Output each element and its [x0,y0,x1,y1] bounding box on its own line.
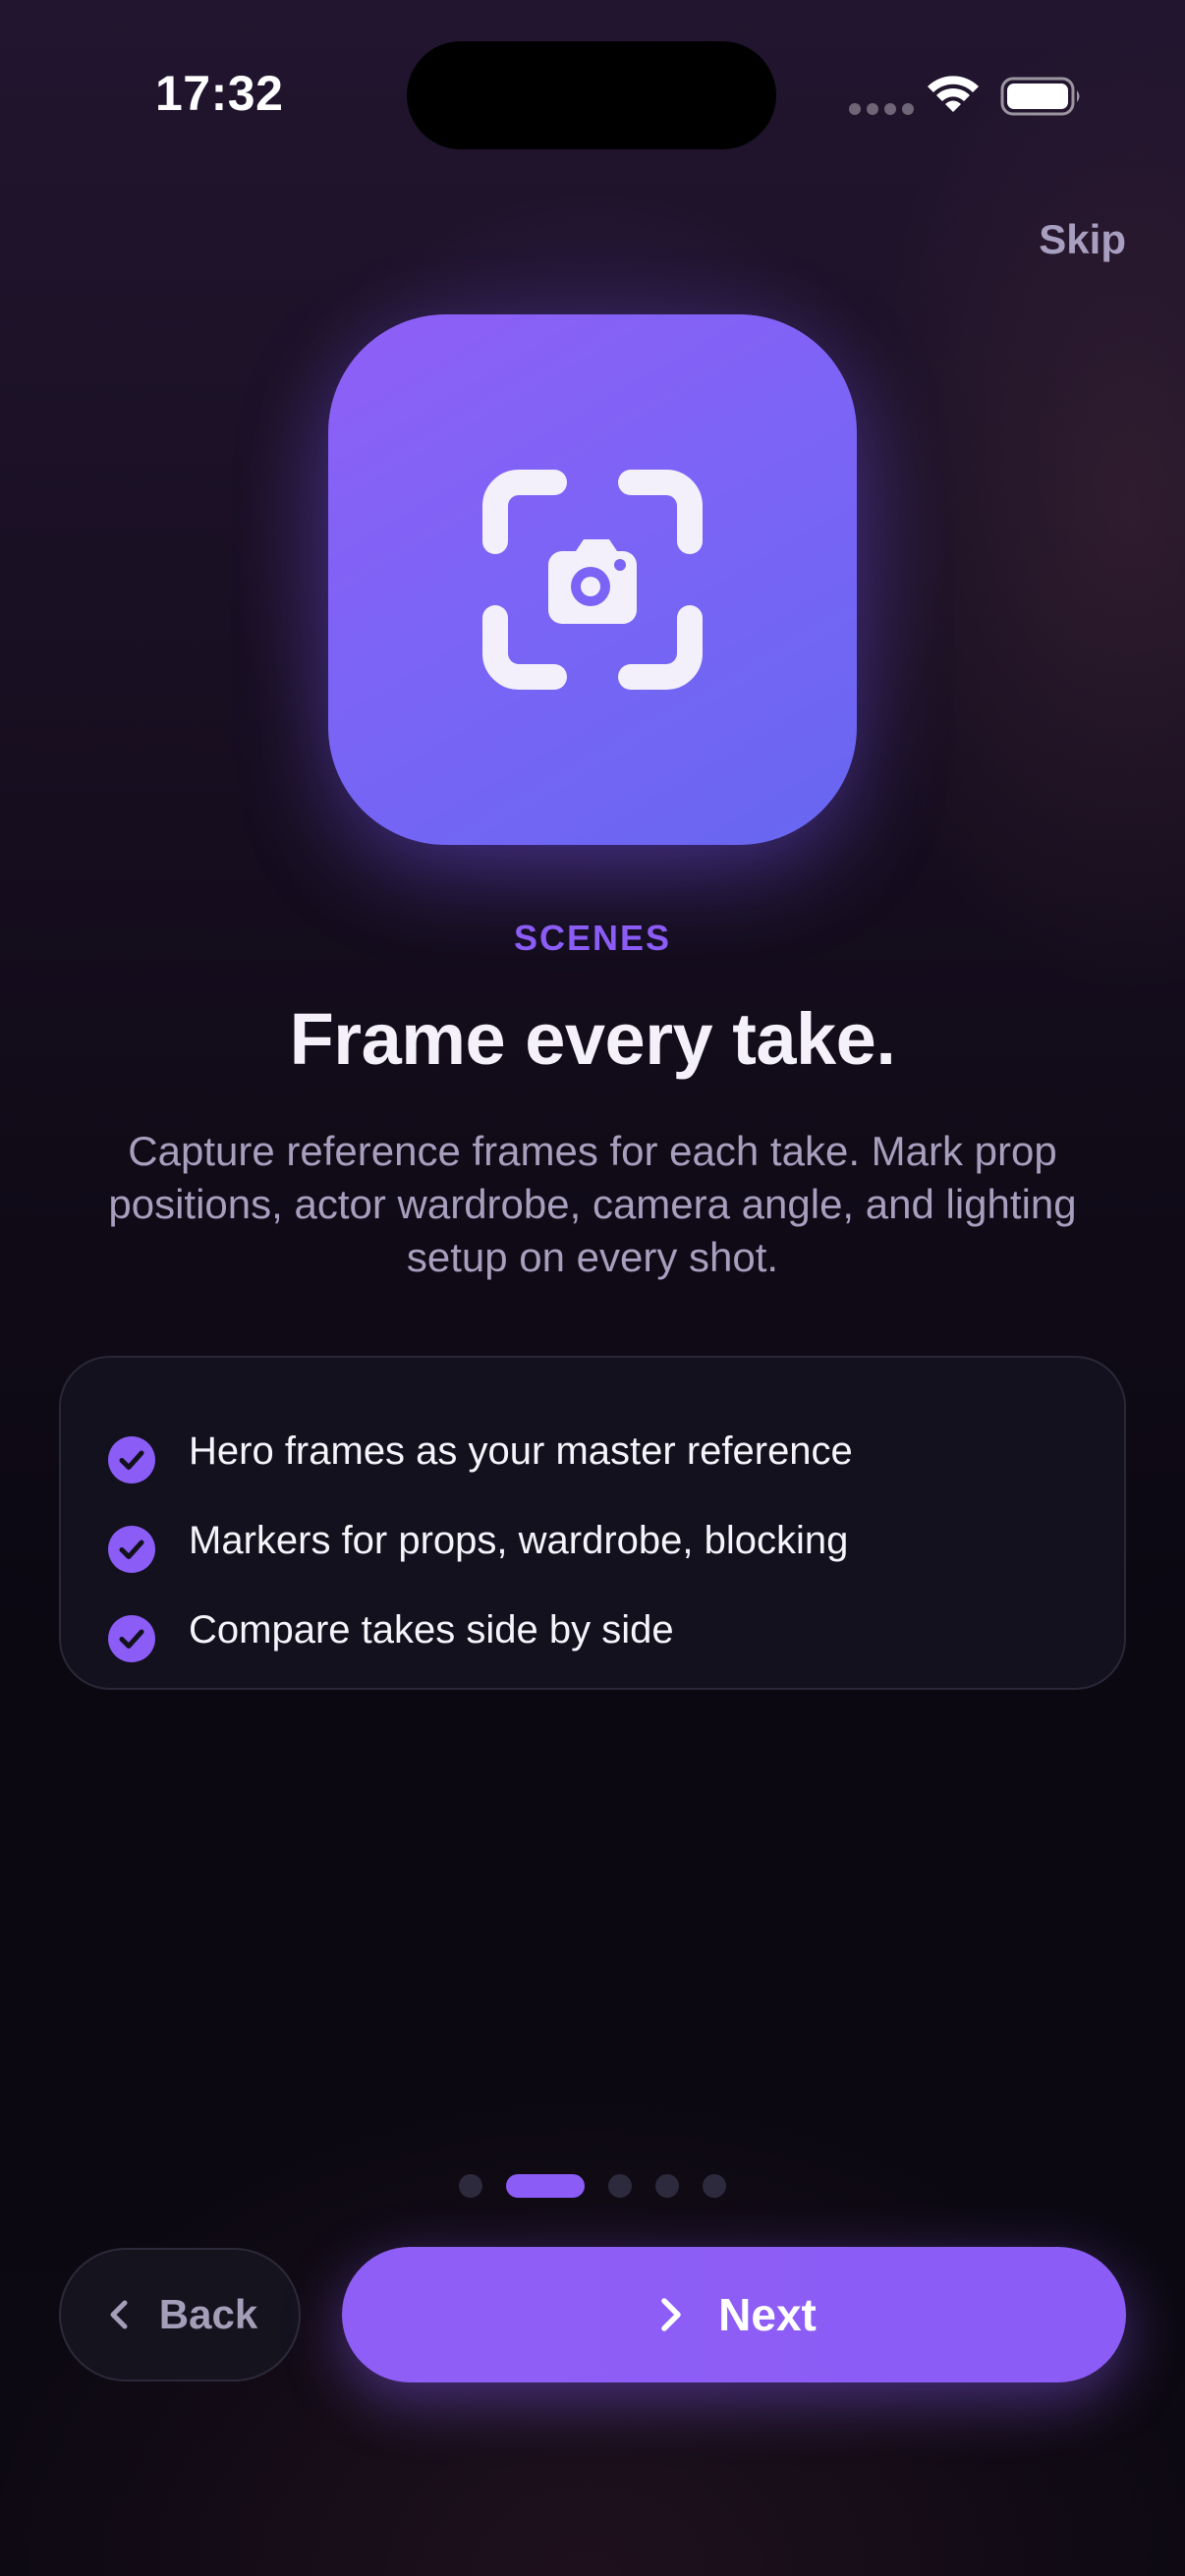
chevron-right-icon [661,2298,681,2331]
check-circle-icon [108,1614,155,1662]
chevron-left-icon [110,2300,128,2329]
feature-item: Markers for props, wardrobe, blocking [108,1496,1124,1586]
feature-list-card: Hero frames as your master reference Mar… [59,1356,1126,1690]
wifi-icon [928,76,979,112]
feature-item: Compare takes side by side [108,1586,1124,1675]
battery-icon [1000,77,1080,116]
feature-text: Hero frames as your master reference [189,1429,853,1473]
page-dot-1[interactable] [459,2174,482,2198]
page-description: Capture reference frames for each take. … [108,1128,1077,1280]
page-title: Frame every take. [289,998,896,1080]
next-button[interactable]: Next [342,2247,1126,2382]
onboarding-screen: 17:32 Skip SCENES Frame every take. Capt… [0,0,1185,2576]
feature-text: Markers for props, wardrobe, blocking [189,1519,849,1562]
check-circle-icon [108,1525,155,1573]
status-time: 17:32 [155,66,284,121]
page-dot-2-active[interactable] [506,2174,585,2198]
feature-text: Compare takes side by side [189,1608,674,1652]
section-eyebrow: SCENES [513,918,672,958]
skip-button[interactable]: Skip [1039,216,1126,263]
back-button-label: Back [158,2291,258,2337]
hero-icon-tile [328,314,857,845]
next-button-label: Next [718,2289,817,2340]
back-button[interactable]: Back [59,2248,301,2381]
feature-item: Hero frames as your master reference [108,1407,1124,1496]
camera-frame-icon [482,470,703,690]
page-dot-3[interactable] [608,2174,632,2198]
page-dot-5[interactable] [703,2174,726,2198]
page-dot-4[interactable] [655,2174,679,2198]
dynamic-island [407,41,776,149]
check-circle-icon [108,1435,155,1484]
cellular-signal-icon [849,103,914,115]
page-indicator [459,2174,750,2198]
